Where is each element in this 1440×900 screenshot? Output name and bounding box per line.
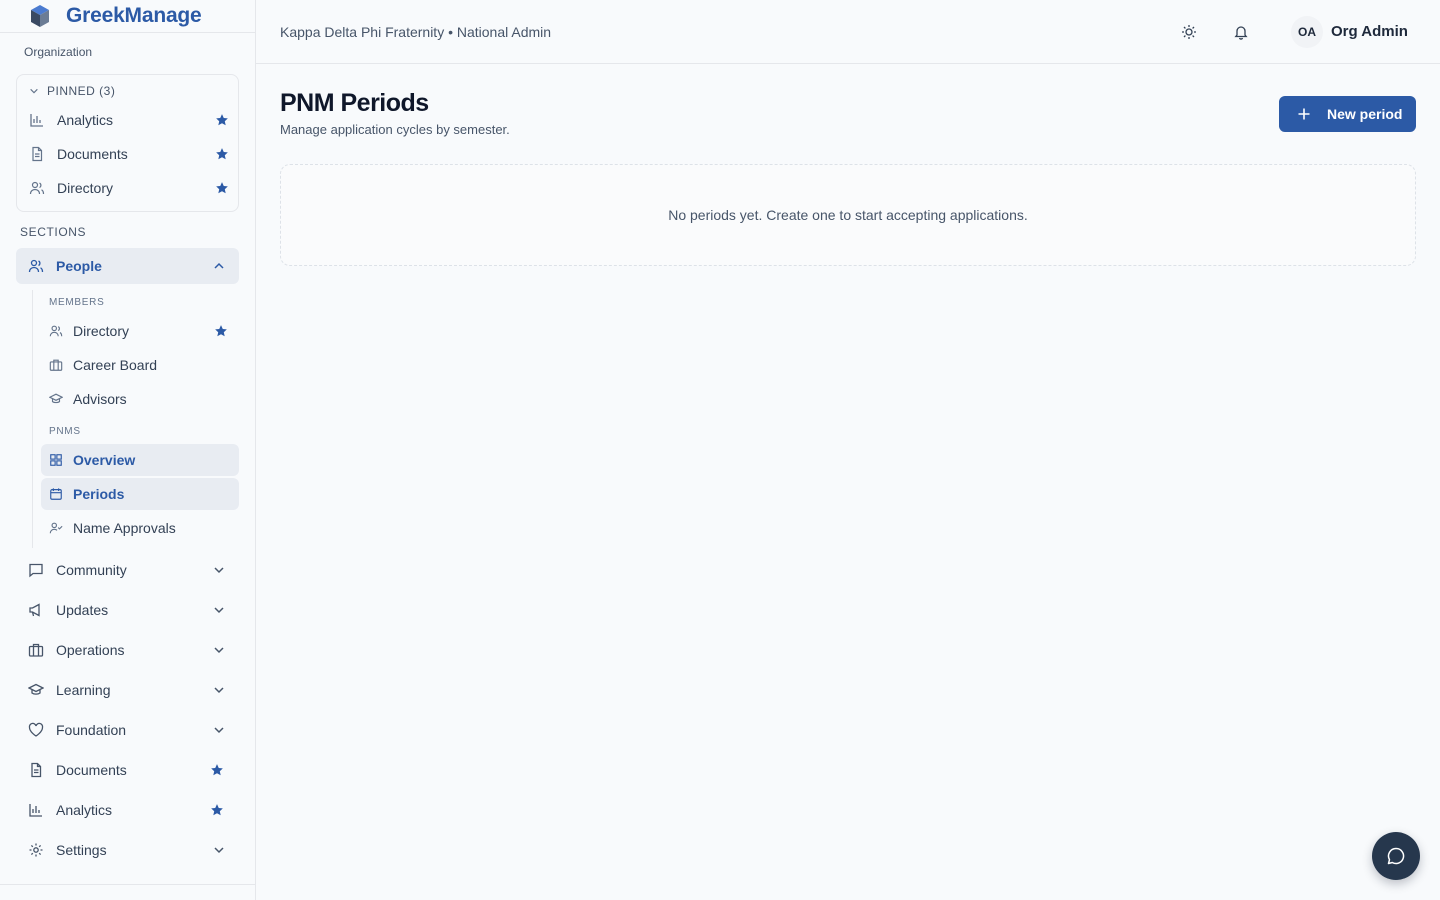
sidebar-item-label: Name Approvals bbox=[73, 520, 176, 536]
briefcase-icon bbox=[49, 359, 63, 371]
sidebar-item-learning[interactable]: Learning bbox=[16, 672, 239, 708]
graduation-cap-icon bbox=[28, 683, 44, 695]
grid-icon bbox=[50, 454, 62, 466]
sidebar-footer-divider bbox=[0, 884, 255, 885]
sidebar-item-periods[interactable]: Periods bbox=[41, 478, 239, 510]
submenu-guide-line bbox=[32, 290, 33, 548]
brand-header: GreekManage bbox=[0, 0, 255, 33]
pnms-group-label: PNMS bbox=[49, 426, 81, 437]
user-check-icon bbox=[49, 522, 63, 534]
sidebar-item-people[interactable]: People bbox=[16, 248, 239, 284]
chevron-down-icon bbox=[214, 607, 224, 614]
new-period-button[interactable]: New period bbox=[1279, 96, 1416, 132]
pinned-item-analytics[interactable]: Analytics bbox=[29, 105, 229, 135]
megaphone-icon bbox=[29, 603, 40, 617]
star-icon[interactable] bbox=[210, 803, 224, 817]
sidebar-item-directory[interactable]: Directory bbox=[41, 315, 239, 347]
breadcrumb: Kappa Delta Phi Fraternity • National Ad… bbox=[280, 24, 552, 40]
sidebar-item-label: Learning bbox=[56, 682, 111, 698]
calendar-icon bbox=[50, 488, 62, 500]
sections-label: SECTIONS bbox=[20, 225, 87, 239]
pinned-item-documents[interactable]: Documents bbox=[29, 139, 229, 169]
sidebar-item-community[interactable]: Community bbox=[16, 552, 239, 588]
users-icon bbox=[28, 259, 44, 273]
brand-logo-icon bbox=[31, 5, 49, 27]
page-title: PNM Periods bbox=[280, 89, 429, 117]
pinned-item-label: Analytics bbox=[57, 112, 114, 128]
users-icon bbox=[29, 181, 45, 195]
chevron-down-icon bbox=[214, 727, 224, 734]
sidebar-item-label: Foundation bbox=[56, 722, 127, 738]
sidebar-item-label: Community bbox=[56, 562, 127, 578]
user-name[interactable]: Org Admin bbox=[1331, 23, 1408, 40]
sidebar: GreekManage Organization PINNED (3) Anal… bbox=[0, 0, 256, 900]
star-icon[interactable] bbox=[215, 181, 229, 195]
sidebar-item-label: Settings bbox=[56, 842, 107, 858]
pinned-item-label: Directory bbox=[57, 180, 114, 196]
empty-state: No periods yet. Create one to start acce… bbox=[280, 164, 1416, 266]
chevron-down-icon bbox=[214, 847, 224, 854]
briefcase-icon bbox=[28, 643, 44, 657]
pinned-item-label: Documents bbox=[57, 146, 128, 162]
sidebar-item-label: People bbox=[56, 258, 102, 274]
chevron-up-icon bbox=[214, 262, 224, 269]
message-square-icon bbox=[29, 563, 43, 578]
pinned-item-directory[interactable]: Directory bbox=[29, 173, 229, 203]
sidebar-item-updates[interactable]: Updates bbox=[16, 592, 239, 628]
bell-icon[interactable] bbox=[1233, 24, 1249, 40]
document-icon bbox=[31, 762, 42, 778]
chat-bubble-icon bbox=[1387, 847, 1405, 865]
star-icon[interactable] bbox=[214, 324, 228, 338]
sidebar-item-settings[interactable]: Settings bbox=[16, 832, 239, 868]
pinned-header-label: PINNED (3) bbox=[47, 84, 116, 98]
heart-icon bbox=[28, 722, 44, 737]
sidebar-item-foundation[interactable]: Foundation bbox=[16, 712, 239, 748]
chevron-down-icon bbox=[30, 88, 38, 94]
sidebar-item-label: Periods bbox=[73, 486, 125, 502]
sidebar-item-name-approvals[interactable]: Name Approvals bbox=[41, 512, 239, 544]
sidebar-item-documents[interactable]: Documents bbox=[16, 752, 239, 788]
sun-icon[interactable] bbox=[1181, 24, 1197, 40]
sidebar-item-operations[interactable]: Operations bbox=[16, 632, 239, 668]
chevron-down-icon bbox=[214, 647, 224, 654]
sidebar-item-label: Operations bbox=[56, 642, 125, 658]
sidebar-item-label: Advisors bbox=[73, 391, 127, 407]
sidebar-item-label: Documents bbox=[56, 762, 127, 778]
gear-icon bbox=[29, 843, 43, 857]
top-bar: Kappa Delta Phi Fraternity • National Ad… bbox=[256, 0, 1440, 64]
star-icon[interactable] bbox=[215, 113, 229, 127]
sidebar-item-label: Updates bbox=[56, 602, 109, 618]
new-period-button-label: New period bbox=[1327, 106, 1403, 122]
members-group-label: MEMBERS bbox=[49, 297, 105, 308]
pinned-header[interactable]: PINNED (3) bbox=[29, 84, 115, 98]
chart-icon bbox=[30, 114, 43, 127]
sidebar-item-label: Career Board bbox=[73, 357, 158, 373]
sidebar-item-label: Directory bbox=[73, 323, 130, 339]
page-subtitle: Manage application cycles by semester. bbox=[280, 122, 510, 137]
star-icon[interactable] bbox=[215, 147, 229, 161]
chat-button[interactable] bbox=[1372, 832, 1420, 880]
users-icon bbox=[49, 325, 63, 337]
sidebar-item-overview[interactable]: Overview bbox=[41, 444, 239, 476]
sidebar-item-advisors[interactable]: Advisors bbox=[41, 383, 239, 415]
chevron-down-icon bbox=[214, 687, 224, 694]
empty-state-message: No periods yet. Create one to start acce… bbox=[668, 207, 1028, 223]
sidebar-item-label: Analytics bbox=[56, 802, 113, 818]
plus-icon bbox=[1298, 108, 1310, 120]
pinned-section: PINNED (3) Analytics Documents Directory bbox=[16, 74, 239, 212]
document-icon bbox=[32, 146, 43, 162]
sidebar-item-career-board[interactable]: Career Board bbox=[41, 349, 239, 381]
avatar[interactable]: OA bbox=[1291, 16, 1323, 48]
graduation-cap-icon bbox=[49, 393, 63, 404]
organization-label: Organization bbox=[24, 45, 93, 59]
sidebar-item-label: Overview bbox=[73, 452, 136, 468]
chart-icon bbox=[29, 804, 42, 817]
brand-name[interactable]: GreekManage bbox=[66, 4, 202, 28]
sidebar-item-analytics[interactable]: Analytics bbox=[16, 792, 239, 828]
star-icon[interactable] bbox=[210, 763, 224, 777]
chevron-down-icon bbox=[214, 567, 224, 574]
